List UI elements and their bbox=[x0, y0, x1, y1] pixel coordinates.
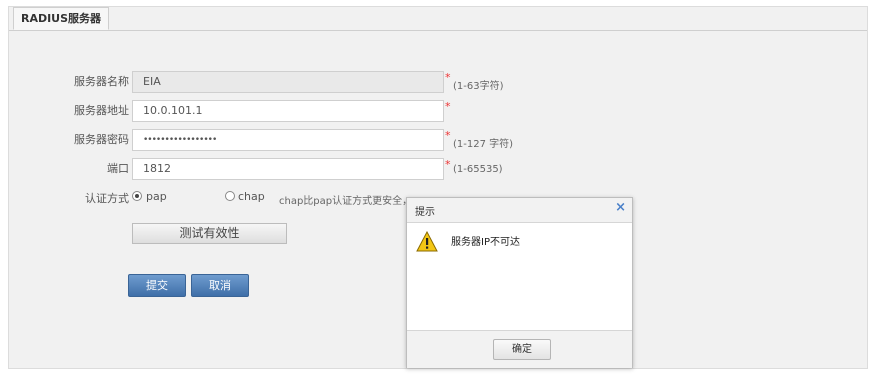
test-validity-button[interactable]: 测试有效性 bbox=[132, 223, 287, 244]
port-input[interactable]: 1812 bbox=[132, 158, 444, 180]
auth-method-hint: chap比pap认证方式更安全，建议选择chap bbox=[279, 196, 407, 207]
dialog-message: 服务器IP不可达 bbox=[451, 237, 520, 248]
dialog-footer: 确定 bbox=[407, 330, 632, 368]
auth-pap-label[interactable]: pap bbox=[146, 190, 167, 203]
port-hint: (1-65535) bbox=[453, 164, 503, 175]
server-name-input[interactable]: EIA bbox=[132, 71, 444, 93]
server-address-input[interactable]: 10.0.101.1 bbox=[132, 100, 444, 122]
auth-chap-label[interactable]: chap bbox=[238, 190, 265, 203]
server-password-required-mark: * bbox=[445, 129, 451, 142]
auth-pap-radio[interactable] bbox=[132, 191, 142, 201]
alert-dialog: 提示 × 服务器IP不可达 确定 bbox=[406, 197, 633, 368]
port-required-mark: * bbox=[445, 158, 451, 171]
server-address-label: 服务器地址 bbox=[74, 104, 129, 117]
server-password-hint: (1-127 字符) bbox=[453, 139, 514, 150]
server-name-required-mark: * bbox=[445, 71, 451, 84]
server-address-required-mark: * bbox=[445, 100, 451, 113]
auth-method-label: 认证方式 bbox=[85, 192, 129, 205]
auth-chap-radio[interactable] bbox=[225, 191, 235, 201]
cancel-button[interactable]: 取消 bbox=[191, 274, 249, 297]
port-label: 端口 bbox=[107, 162, 129, 175]
close-icon[interactable]: × bbox=[615, 200, 626, 215]
ok-button[interactable]: 确定 bbox=[493, 339, 551, 360]
server-name-hint: (1-63字符) bbox=[453, 81, 504, 92]
dialog-header: 提示 × bbox=[407, 198, 632, 223]
tab-bar: RADIUS服务器 bbox=[9, 7, 867, 31]
warning-icon bbox=[416, 231, 438, 252]
submit-button[interactable]: 提交 bbox=[128, 274, 186, 297]
server-name-label: 服务器名称 bbox=[74, 75, 129, 88]
dialog-title: 提示 bbox=[415, 207, 435, 218]
server-password-input[interactable]: ••••••••••••••••• bbox=[132, 129, 444, 151]
server-password-label: 服务器密码 bbox=[74, 133, 129, 146]
tab-radius-server[interactable]: RADIUS服务器 bbox=[13, 7, 109, 30]
